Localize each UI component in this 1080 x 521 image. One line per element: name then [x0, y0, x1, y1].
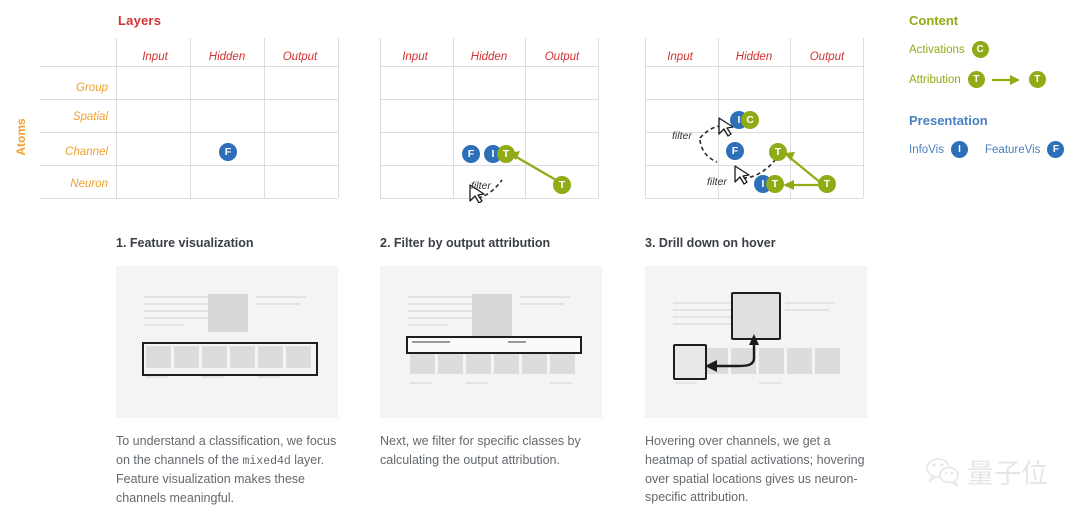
legend-presentation-heading: Presentation — [909, 113, 988, 128]
legend-row-activations: Activations C — [909, 41, 989, 58]
grid-line-vertical — [116, 38, 117, 198]
watermark-text: 量子位 — [967, 459, 1048, 490]
card-3-title: 3. Drill down on hover — [645, 236, 776, 250]
grid-line-vertical — [338, 38, 339, 198]
badge-featurevis-m3[interactable]: F — [726, 142, 744, 160]
legend-attribution-label: Attribution — [909, 73, 961, 86]
matrix-1-col-header-output: Output — [282, 51, 318, 63]
legend-infovis-label: InfoVis — [909, 143, 944, 156]
card-1-title: 1. Feature visualization — [116, 236, 254, 250]
grid-line-vertical — [598, 38, 599, 198]
badge-attribution-from-legend[interactable]: T — [967, 71, 985, 88]
matrix-3-filter-label-upper: filter — [672, 130, 692, 142]
badge-attribution-spatial-m3[interactable]: T — [766, 175, 784, 193]
badge-activations-legend[interactable]: C — [971, 41, 989, 58]
badge-attribution-output-m3[interactable]: T — [818, 175, 836, 193]
legend-row-attribution: Attribution T T — [909, 71, 1046, 88]
card-1-body: To understand a classification, we focus… — [116, 432, 346, 508]
badge-attribution-to-legend[interactable]: T — [1028, 71, 1046, 88]
card-2-title: 2. Filter by output attribution — [380, 236, 551, 250]
legend-featurevis-label: FeatureVis — [985, 143, 1041, 156]
grid-line-vertical — [190, 38, 191, 198]
grid-line-horizontal — [40, 165, 338, 166]
matrix-2-filter-label: filter — [471, 180, 491, 192]
legend-row-featurevis: FeatureVis F — [985, 141, 1065, 158]
card-3-body: Hovering over channels, we get a heatmap… — [645, 432, 870, 507]
card-3-thumbnail[interactable] — [645, 266, 867, 418]
wechat-icon — [926, 457, 959, 487]
matrix-1-row-header-group: Group — [76, 82, 108, 94]
matrix-1-row-header-spatial: Spatial — [72, 111, 108, 123]
grid-line-horizontal — [40, 99, 338, 100]
badge-featurevis-legend[interactable]: F — [1047, 141, 1065, 158]
card-2-thumbnail[interactable] — [380, 266, 602, 418]
grid-line-horizontal — [40, 66, 338, 67]
card-3-body-text-1: Hovering over channels, we get a heatmap… — [645, 434, 865, 505]
badge-activations-m3[interactable]: C — [741, 111, 759, 129]
grid-line-horizontal — [40, 132, 338, 133]
badge-featurevis-m1[interactable]: F — [219, 143, 237, 161]
matrix-1-row-header-channel: Channel — [65, 146, 108, 158]
matrix-1-row-header-neuron: Neuron — [70, 178, 108, 190]
badge-featurevis-m2[interactable]: F — [462, 145, 480, 163]
matrix-3-filter-label-lower: filter — [707, 176, 727, 188]
legend-activations-label: Activations — [909, 43, 965, 56]
arrow-right-icon — [991, 74, 1020, 85]
card-2-body-text-1: Next, we filter for specific classes by … — [380, 434, 581, 467]
matrix-1-col-header-hidden: Hidden — [208, 51, 246, 63]
badge-infovis-legend[interactable]: I — [950, 141, 968, 158]
watermark: 量子位 — [925, 452, 1048, 491]
card-1-body-code: mixed4d — [242, 454, 291, 468]
legend-row-infovis: InfoVis I — [909, 141, 968, 158]
badge-attribution-hidden-m2[interactable]: T — [497, 145, 515, 163]
badge-attribution-hidden-m3[interactable]: T — [769, 143, 787, 161]
card-1-thumbnail[interactable] — [116, 266, 338, 418]
grid-line-horizontal — [40, 198, 338, 199]
matrix-1-col-header-input: Input — [142, 51, 168, 63]
legend-content-heading: Content — [909, 13, 959, 28]
matrix-1-title: Layers — [118, 13, 162, 28]
card-2-body: Next, we filter for specific classes by … — [380, 432, 612, 470]
card-3-drill-arrows — [705, 334, 759, 372]
badge-attribution-output-m2[interactable]: T — [553, 176, 571, 194]
matrix-1-y-axis-label: Atoms — [14, 118, 28, 156]
